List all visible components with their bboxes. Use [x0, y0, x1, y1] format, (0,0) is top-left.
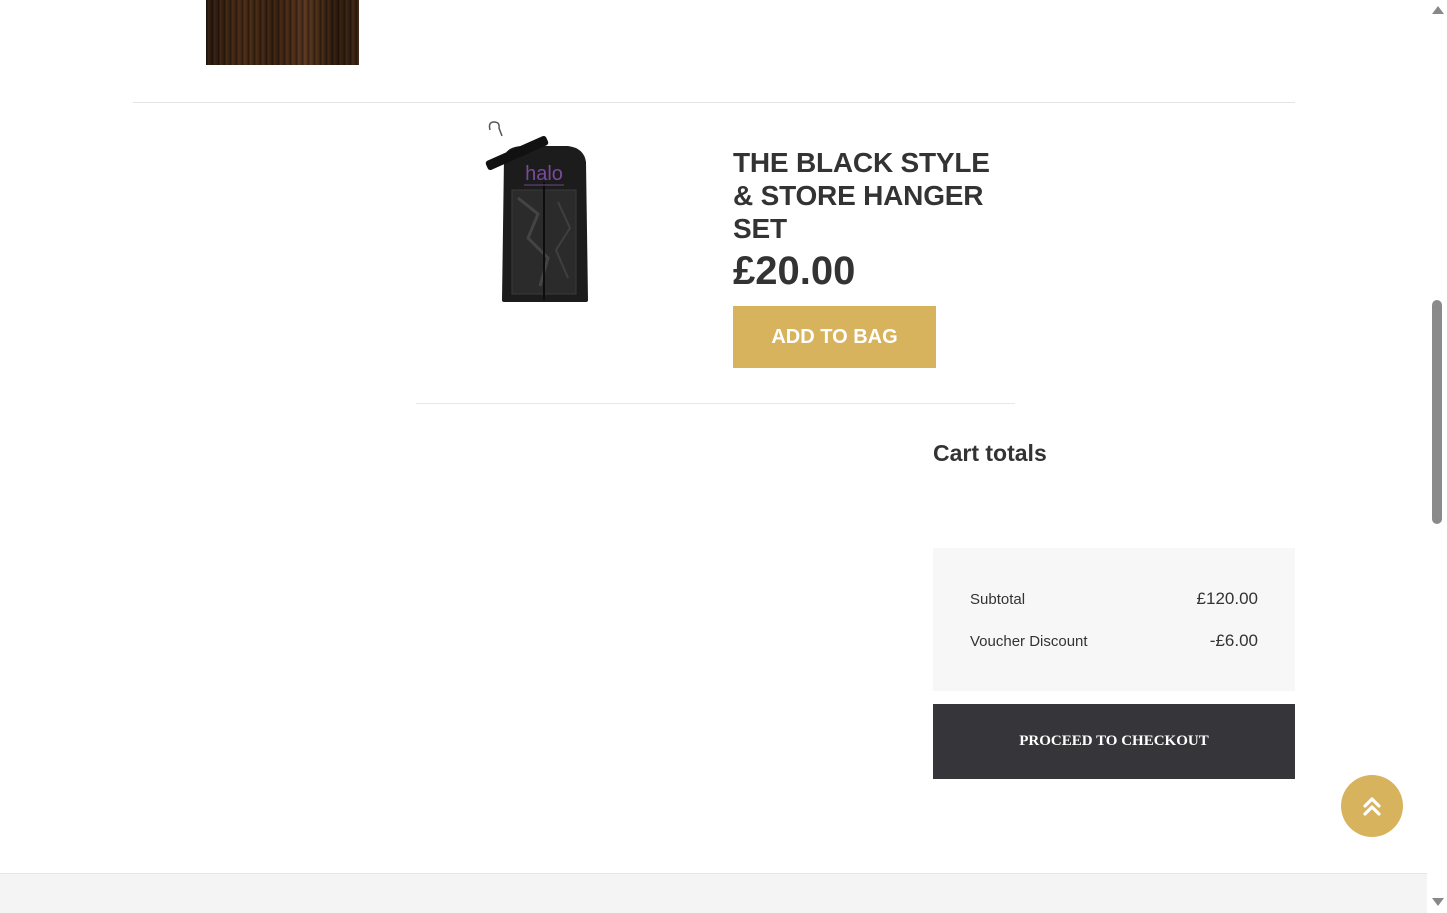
previous-product-image[interactable]	[206, 0, 359, 65]
cart-item-divider	[133, 102, 1295, 103]
scroll-down-arrow-icon[interactable]	[1432, 898, 1444, 906]
voucher-discount-value: -£6.00	[1209, 631, 1258, 650]
svg-text:halo: halo	[525, 163, 563, 185]
back-to-top-button[interactable]	[1341, 775, 1403, 837]
product-image[interactable]: halo	[478, 118, 598, 308]
scrollbar-thumb[interactable]	[1432, 300, 1442, 524]
product-price: £20.00	[733, 249, 856, 293]
voucher-discount-label: Voucher Discount	[970, 632, 1088, 650]
product-title[interactable]: THE BLACK STYLE & STORE HANGER SET	[733, 146, 1013, 245]
subtotal-label: Subtotal	[970, 590, 1026, 608]
subtotal-value: £120.00	[1196, 589, 1258, 608]
add-to-bag-button[interactable]: ADD TO BAG	[733, 306, 936, 368]
double-chevron-up-icon	[1363, 797, 1381, 816]
scroll-up-arrow-icon[interactable]	[1432, 6, 1444, 14]
cart-totals-table: Subtotal £120.00 Voucher Discount -£6.00	[933, 548, 1295, 691]
proceed-to-checkout-button[interactable]: PROCEED TO CHECKOUT	[933, 704, 1295, 779]
cart-totals-heading: Cart totals	[933, 440, 1047, 466]
garment-bag-image: halo	[485, 121, 588, 302]
section-divider	[416, 403, 1015, 404]
voucher-discount-row: Voucher Discount -£6.00	[970, 629, 1258, 653]
footer	[0, 873, 1427, 913]
subtotal-row: Subtotal £120.00	[970, 587, 1258, 611]
